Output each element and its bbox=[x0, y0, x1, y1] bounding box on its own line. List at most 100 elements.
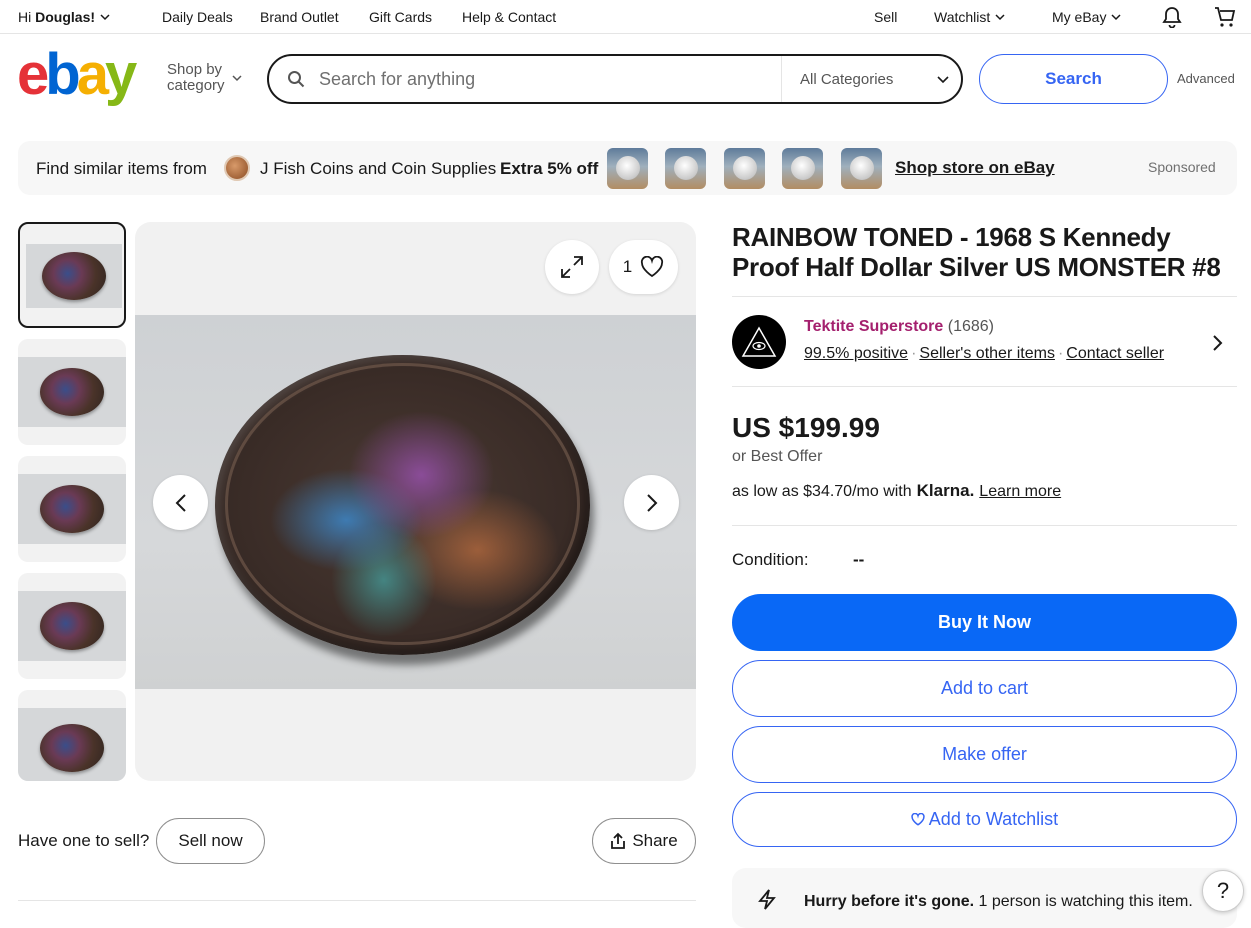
condition-value: -- bbox=[853, 550, 865, 569]
chevron-right-icon bbox=[646, 493, 657, 512]
store-item-thumb[interactable] bbox=[782, 148, 823, 189]
watch-count: 1 bbox=[622, 257, 633, 276]
shop-by-line1: Shop by bbox=[167, 61, 223, 78]
klarna-prefix: as low as $34.70/mo with bbox=[732, 483, 912, 500]
cart-icon[interactable] bbox=[1214, 6, 1236, 28]
main-image-viewer[interactable]: 1 bbox=[135, 222, 696, 781]
gallery-thumb[interactable] bbox=[18, 690, 126, 781]
prev-image-button[interactable] bbox=[153, 475, 208, 530]
banner-prefix: Find similar items from bbox=[36, 159, 207, 178]
learn-more-link[interactable]: Learn more bbox=[979, 483, 1061, 501]
add-to-watchlist-label: Add to Watchlist bbox=[928, 809, 1059, 829]
klarna-logo: Klarna. bbox=[916, 481, 975, 500]
chevron-right-icon[interactable] bbox=[1212, 334, 1224, 352]
watchlist-label: Watchlist bbox=[934, 9, 991, 25]
store-item-thumb[interactable] bbox=[724, 148, 765, 189]
logo-letter-e: e bbox=[17, 42, 49, 107]
divider bbox=[18, 900, 696, 901]
best-offer-label: or Best Offer bbox=[732, 448, 823, 465]
ebay-logo[interactable]: ebay bbox=[17, 42, 137, 107]
expand-icon[interactable] bbox=[545, 240, 599, 294]
search-icon bbox=[288, 71, 305, 88]
watch-heart-button[interactable]: 1 bbox=[609, 240, 678, 294]
coin-image bbox=[215, 355, 590, 655]
store-item-thumb[interactable] bbox=[607, 148, 648, 189]
chevron-left-icon bbox=[175, 493, 186, 512]
watchlist-menu[interactable]: Watchlist bbox=[934, 9, 1005, 25]
share-icon bbox=[611, 832, 626, 849]
top-nav: Hi Douglas! Daily Deals Brand Outlet Gif… bbox=[0, 0, 1251, 34]
greeting-menu[interactable]: Hi Douglas! bbox=[18, 9, 110, 25]
seller-name-row: Tektite Superstore (1686) bbox=[804, 318, 994, 336]
store-name[interactable]: J Fish Coins and Coin Supplies bbox=[260, 159, 496, 179]
logo-letter-b: b bbox=[45, 42, 80, 107]
gallery-thumb[interactable] bbox=[18, 339, 126, 445]
logo-letter-y: y bbox=[104, 42, 137, 107]
urgency-text: Hurry before it's gone. 1 person is watc… bbox=[804, 893, 1193, 910]
feedback-link[interactable]: 99.5% positive bbox=[804, 345, 908, 362]
next-image-button[interactable] bbox=[624, 475, 679, 530]
seller-links: 99.5% positive · Seller's other items · Cont… bbox=[804, 345, 1164, 363]
gallery-thumb[interactable] bbox=[18, 573, 126, 679]
separator-dot: · bbox=[911, 345, 917, 362]
shop-store-link[interactable]: Shop store on eBay bbox=[895, 158, 1055, 178]
gift-cards-link[interactable]: Gift Cards bbox=[369, 9, 432, 25]
sell-link[interactable]: Sell bbox=[874, 9, 897, 25]
category-selected: All Categories bbox=[800, 70, 894, 88]
divider bbox=[732, 296, 1237, 297]
heart-icon bbox=[911, 813, 925, 826]
help-contact-link[interactable]: Help & Contact bbox=[462, 9, 556, 25]
divider bbox=[732, 386, 1237, 387]
notification-bell-icon[interactable] bbox=[1162, 6, 1182, 28]
chevron-down-icon bbox=[232, 75, 242, 82]
seller-feedback-count: (1686) bbox=[947, 318, 994, 335]
chevron-down-icon bbox=[995, 14, 1005, 21]
sell-now-button[interactable]: Sell now bbox=[156, 818, 265, 864]
gallery-thumb[interactable] bbox=[18, 456, 126, 562]
chevron-down-icon bbox=[100, 14, 110, 21]
have-one-label: Have one to sell? bbox=[18, 831, 150, 850]
make-offer-button[interactable]: Make offer bbox=[732, 726, 1237, 783]
lightning-icon bbox=[758, 889, 776, 910]
chevron-down-icon bbox=[1111, 14, 1121, 21]
shop-by-line2: category bbox=[167, 77, 225, 94]
logo-letter-a: a bbox=[76, 42, 109, 107]
other-items-link[interactable]: Seller's other items bbox=[919, 345, 1055, 362]
gallery-thumb[interactable] bbox=[18, 222, 126, 328]
share-label: Share bbox=[632, 831, 678, 850]
search-input[interactable] bbox=[319, 66, 774, 92]
add-to-watchlist-button[interactable]: Add to Watchlist bbox=[732, 792, 1237, 847]
seller-logo-icon bbox=[741, 326, 777, 357]
store-item-thumb[interactable] bbox=[841, 148, 882, 189]
my-ebay-menu[interactable]: My eBay bbox=[1052, 9, 1121, 25]
category-select[interactable]: All Categories bbox=[781, 56, 961, 102]
discount-text: Extra 5% off bbox=[500, 159, 599, 178]
item-price: US $199.99 bbox=[732, 412, 880, 443]
seller-name-link[interactable]: Tektite Superstore bbox=[804, 318, 943, 335]
search-bar: All Categories bbox=[267, 54, 963, 104]
store-item-thumb[interactable] bbox=[665, 148, 706, 189]
daily-deals-link[interactable]: Daily Deals bbox=[162, 9, 233, 25]
chevron-down-icon bbox=[937, 76, 949, 84]
condition-label: Condition: bbox=[732, 550, 809, 569]
heart-icon bbox=[641, 256, 664, 278]
separator-dot: · bbox=[1057, 345, 1064, 362]
buy-it-now-button[interactable]: Buy It Now bbox=[732, 594, 1237, 651]
item-title: RAINBOW TONED - 1968 S Kennedy Proof Hal… bbox=[732, 222, 1221, 282]
search-button[interactable]: Search bbox=[979, 54, 1168, 104]
shop-by-category[interactable]: Shop by category bbox=[167, 62, 225, 94]
seller-avatar[interactable] bbox=[732, 315, 786, 369]
divider bbox=[732, 525, 1237, 526]
my-ebay-label: My eBay bbox=[1052, 9, 1107, 25]
brand-outlet-link[interactable]: Brand Outlet bbox=[260, 9, 339, 25]
sponsored-label: Sponsored bbox=[1148, 159, 1216, 175]
add-to-cart-button[interactable]: Add to cart bbox=[732, 660, 1237, 717]
store-logo bbox=[224, 155, 250, 181]
main-product-photo bbox=[135, 315, 696, 689]
greeting-text: Hi Douglas! bbox=[18, 9, 96, 25]
share-button[interactable]: Share bbox=[592, 818, 696, 864]
advanced-search-link[interactable]: Advanced bbox=[1177, 71, 1235, 86]
klarna-financing: as low as $34.70/mo with Klarna. Learn m… bbox=[732, 481, 1061, 501]
contact-seller-link[interactable]: Contact seller bbox=[1066, 345, 1164, 362]
urgency-notice: Hurry before it's gone. 1 person is watc… bbox=[732, 868, 1237, 928]
